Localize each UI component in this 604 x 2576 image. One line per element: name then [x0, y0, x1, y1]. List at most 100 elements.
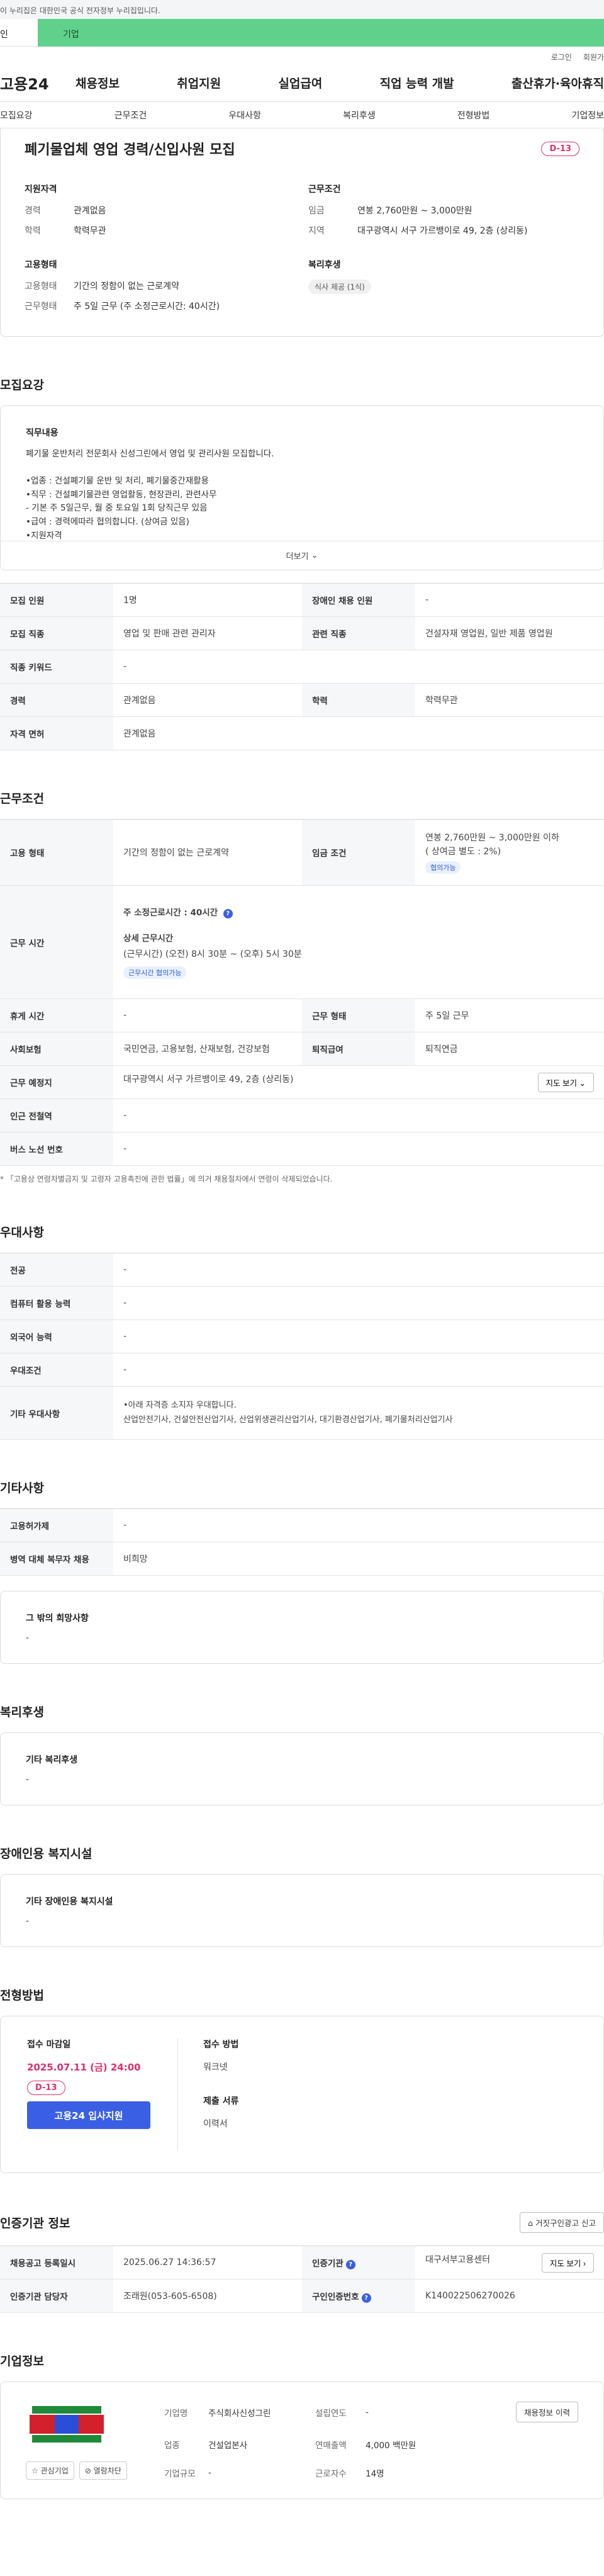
company-section-title: 기업정보 — [0, 2354, 44, 2368]
utility-links: 로그인 회원가 — [0, 47, 604, 64]
deadline-value: 2025.07.11 (금) 24:00 — [27, 2062, 141, 2073]
other-table: 고용허가제 - 병역 대체 복무자 채용 비희망 — [0, 1508, 604, 1576]
founded-value: - — [366, 2407, 369, 2417]
help-icon[interactable]: ? — [345, 2259, 355, 2269]
anchor-company[interactable]: 기업정보 — [571, 109, 604, 121]
tab-individual[interactable]: 인 — [0, 19, 38, 47]
agency-map-button[interactable]: 지도 보기 › — [541, 2252, 594, 2273]
cell-value: 관계없음 — [113, 683, 302, 717]
apply-method-block: 접수 방법 워크넷 제출 서류 이력서 — [178, 2038, 238, 2151]
table-row: 외국어 능력 - — [0, 1319, 604, 1353]
menu-skills[interactable]: 직업 능력 개발 — [380, 74, 454, 91]
cell-label: 임금 조건 — [302, 819, 415, 886]
agency-value: 대구서부고용센터 — [425, 2254, 491, 2265]
block-button[interactable]: ⊘ 열람차단 — [79, 2461, 127, 2480]
gov-notice-bar: 이 누리집은 대한민국 공식 전자정부 누리집입니다. — [0, 0, 604, 19]
help-icon[interactable]: ? — [361, 2293, 371, 2303]
cell-label: 고용허가제 — [0, 1508, 113, 1542]
audience-tab-strip: 인 기업 — [0, 19, 604, 47]
conditions-block: 근무조건 임금 연봉 2,760만원 ~ 3,000만원 지역 대구광역시 서구 가… — [308, 183, 579, 244]
site-logo[interactable]: 고용24 — [0, 72, 76, 94]
pref-etc-line: 산업안전기사, 건설안전산업기사, 산업위생관리산업기사, 대기환경산업기사, … — [123, 1415, 453, 1425]
table-row: 경력 관계없음 학력 학력무관 — [0, 683, 604, 717]
join-link[interactable]: 회원가 — [583, 52, 604, 64]
employment-heading: 고용형태 — [25, 260, 57, 270]
detail-hours: (근무시간) (오전) 8시 30분 ~ (오후) 5시 30분 — [123, 949, 302, 959]
meal-badge: 식사 제공 (1식) — [308, 280, 371, 294]
chevron-right-icon: › — [583, 2259, 586, 2268]
hours-cell: 주 소정근로시간 : 40시간 ? 상세 근무시간 (근무시간) (오전) 8시… — [113, 885, 604, 999]
help-icon[interactable]: ? — [223, 909, 233, 918]
menu-employment-support[interactable]: 취업지원 — [177, 74, 221, 91]
org-header: 인증기관 정보 ⌂ 거짓구인광고 신고 — [0, 2173, 604, 2246]
more-button[interactable]: 더보기 ⌄ — [1, 541, 603, 570]
age-note: * 「고용상 연령차별금지 및 고령자 고용촉진에 관한 법률」에 의거 채용절… — [0, 1175, 333, 1183]
cell-value: - — [113, 1353, 604, 1387]
anchor-preference[interactable]: 우대사항 — [228, 109, 261, 121]
anchor-conditions[interactable]: 근무조건 — [115, 109, 147, 121]
cell-label: 구인인증번호? — [302, 2279, 415, 2313]
menu-unemployment-benefit[interactable]: 실업급여 — [278, 74, 322, 91]
login-link[interactable]: 로그인 — [551, 52, 572, 64]
industry-label: 업종 — [164, 2440, 180, 2451]
table-row: 인증기관 담당자 조래원(053-605-6508) 구인인증번호? K14002… — [0, 2279, 604, 2313]
table-row: 자격 면허 관계없음 — [0, 716, 604, 750]
cell-value: 퇴직연금 — [415, 1032, 604, 1066]
table-row: 전공 - — [0, 1253, 604, 1287]
duty-heading: 직무내용 — [26, 428, 59, 438]
company-logo — [30, 2406, 104, 2443]
cell-label: 채용공고 등록일시 — [0, 2246, 113, 2279]
apply-button[interactable]: 고용24 입사지원 — [27, 2101, 150, 2129]
apply-deadline-block: 접수 마감일 2025.07.11 (금) 24:00 D-13 고용24 입사… — [27, 2038, 178, 2151]
cell-value: 건설자재 영업원, 일반 제품 영업원 — [415, 616, 604, 650]
welfare-heading: 복리후생 — [308, 260, 341, 270]
cell-label: 관련 직종 — [302, 616, 415, 650]
cell-label: 학력 — [302, 683, 415, 717]
menu-jobs[interactable]: 채용정보 — [76, 74, 120, 91]
other-etc-card: 그 밖의 희망사항 - — [0, 1591, 604, 1664]
pref-section-title: 우대사항 — [0, 1226, 44, 1240]
cell-label: 근무 예정지 — [0, 1065, 113, 1099]
recruit-table: 모집 인원 1명 장애인 채용 인원 - 모집 직종 영업 및 판매 관련 관리자 관… — [0, 583, 604, 750]
anchor-selection[interactable]: 전형방법 — [457, 109, 490, 121]
menu-leave[interactable]: 출산휴가·육아휴직 — [512, 74, 604, 91]
cell-label: 인근 전철역 — [0, 1099, 113, 1133]
anchor-welfare[interactable]: 복리후생 — [343, 109, 376, 121]
cell-value: - — [113, 1286, 604, 1320]
tab-company[interactable]: 기업 — [38, 19, 604, 47]
disabled-card-heading: 기타 장애인용 복지시설 — [26, 1897, 113, 1907]
welfare-card-value: - — [26, 1775, 30, 1785]
detail-hours-heading: 상세 근무시간 — [123, 934, 174, 944]
cell-value: K140022506270026 — [415, 2279, 604, 2313]
table-row: 기타 우대사항 •아래 자격증 소지자 우대합니다. 산업안전기사, 건설안전산… — [0, 1386, 604, 1440]
pref-etc-cell: •아래 자격증 소지자 우대합니다. 산업안전기사, 건설안전산업기사, 산업위… — [113, 1386, 604, 1440]
agency-cell: 대구서부고용센터 지도 보기 › — [415, 2246, 604, 2279]
region-value: 대구광역시 서구 가르뱅이로 49, 2층 (상리동) — [357, 226, 528, 236]
report-button[interactable]: ⌂ 거짓구인광고 신고 — [520, 2212, 604, 2233]
pay-range: 연봉 2,760만원 ~ 3,000만원 이하 — [425, 832, 559, 843]
cell-value: 조래원(053-605-6508) — [113, 2279, 302, 2313]
cell-label: 외국어 능력 — [0, 1319, 113, 1353]
anchor-recruit[interactable]: 모집요강 — [0, 109, 33, 121]
history-button[interactable]: 채용정보 이력 — [516, 2402, 578, 2423]
table-row: 병역 대체 복무자 채용 비희망 — [0, 1542, 604, 1576]
pay-label: 임금 — [308, 206, 325, 216]
table-row: 채용공고 등록일시 2025.06.27 14:36:57 인증기관? 대구서부고… — [0, 2246, 604, 2279]
table-row: 인근 전철역 - — [0, 1099, 604, 1133]
map-button[interactable]: 지도 보기 ⌄ — [537, 1072, 594, 1092]
cell-label: 버스 노선 번호 — [0, 1132, 113, 1166]
cell-label: 근무 형태 — [302, 998, 415, 1032]
cell-value: - — [113, 1132, 604, 1166]
interest-button[interactable]: ☆ 관심기업 — [26, 2461, 74, 2480]
work-type-value: 주 5일 근무 (주 소정근로시간: 40시간) — [74, 302, 220, 312]
size-value: - — [208, 2467, 211, 2478]
weekly-hours: 주 소정근로시간 : 40시간 ? — [123, 905, 594, 918]
region-label: 지역 — [308, 226, 325, 236]
cell-value: 2025.06.27 14:36:57 — [113, 2246, 302, 2279]
cell-value: - — [415, 583, 604, 617]
work-table: 고용 형태 기간의 정함이 없는 근로계약 임금 조건 연봉 2,760만원 ~… — [0, 819, 604, 1166]
employment-block: 고용형태 고용형태 기간의 정함이 없는 근로계약 근무형태 주 5일 근무 (주 … — [25, 258, 296, 320]
pref-table: 전공 - 컴퓨터 활용 능력 - 외국어 능력 - 우대조건 - 기타 우대사항 •아래… — [0, 1253, 604, 1440]
method-heading: 접수 방법 — [203, 2040, 239, 2050]
other-section-title: 기타사항 — [0, 1481, 44, 1495]
